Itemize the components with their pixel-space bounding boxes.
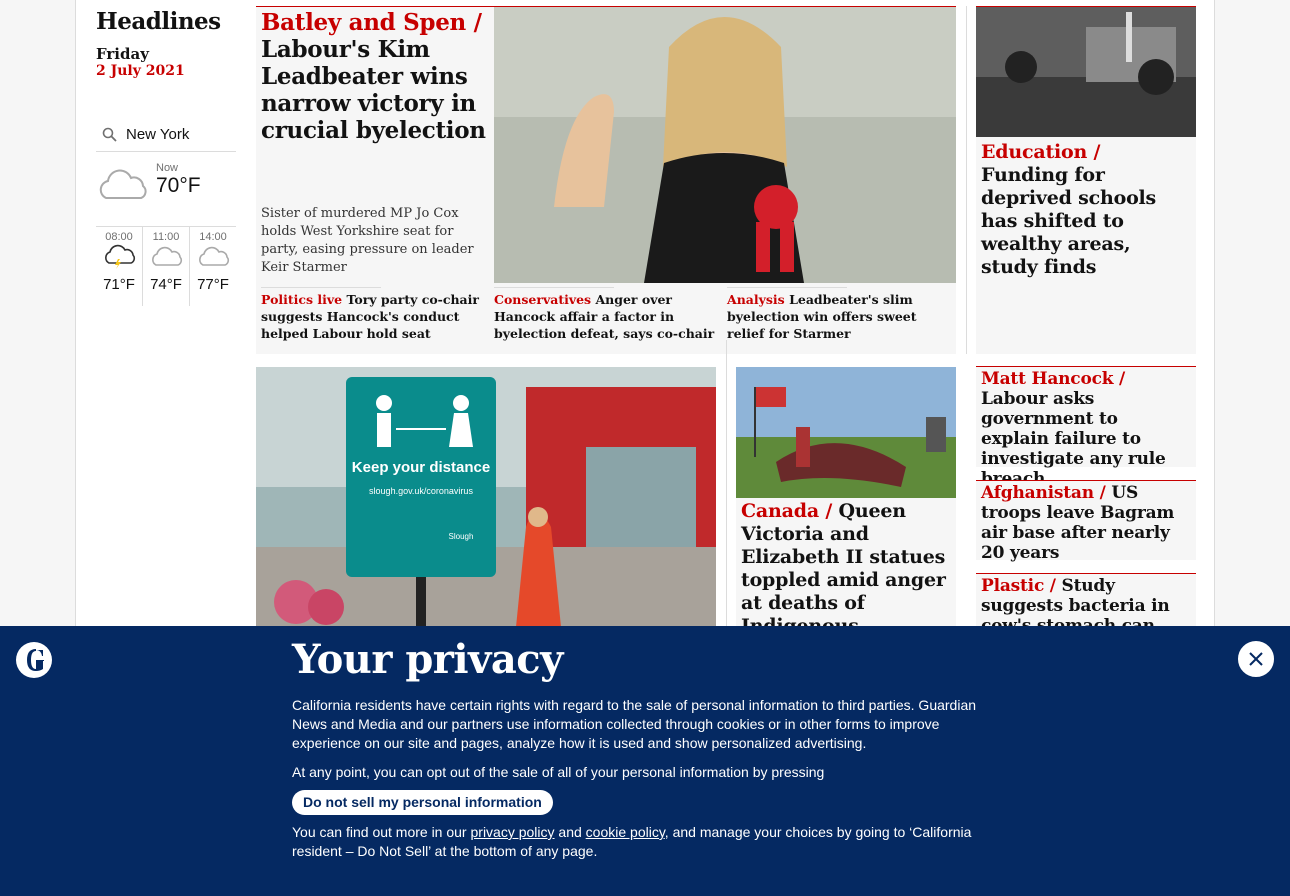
close-button[interactable] bbox=[1238, 641, 1274, 677]
cloud-icon bbox=[152, 246, 183, 266]
privacy-paragraph: At any point, you can opt out of the sal… bbox=[292, 764, 825, 780]
canada-story-card[interactable]: Canada / Queen Victoria and Elizabeth II… bbox=[736, 367, 956, 660]
section-title: Headlines bbox=[96, 8, 221, 35]
sublink-kicker: Analysis bbox=[727, 292, 785, 307]
headlines-rail: Headlines Friday 2 July 2021 bbox=[96, 8, 236, 79]
forecast-hour: 14:00 77°F bbox=[189, 227, 236, 306]
do-not-sell-button[interactable]: Do not sell my personal information bbox=[292, 790, 553, 815]
afghanistan-kicker: Afghanistan / bbox=[981, 483, 1106, 503]
lead-story-card[interactable]: Batley and Spen / Labour's Kim Leadbeate… bbox=[256, 6, 956, 354]
privacy-text: You can find out more in our bbox=[292, 824, 467, 840]
forecast-hour: 08:00 71°F bbox=[96, 227, 142, 306]
plastic-kicker: Plastic / bbox=[981, 576, 1056, 596]
forecast-temp: 71°F bbox=[103, 276, 135, 293]
date-label: 2 July 2021 bbox=[96, 63, 185, 79]
privacy-policy-link[interactable]: privacy policy bbox=[471, 824, 555, 840]
lead-headline-text: Labour's Kim Leadbeater wins narrow vict… bbox=[261, 36, 486, 144]
sublink-kicker: Conservatives bbox=[494, 292, 592, 307]
guardian-logo-icon bbox=[16, 642, 52, 678]
hancock-story-card[interactable]: Matt Hancock / Labour asks government to… bbox=[976, 366, 1196, 489]
plastic-story-card[interactable]: Plastic / Study suggests bacteria in cow… bbox=[976, 573, 1196, 656]
cloud-icon bbox=[99, 169, 147, 199]
classroom-photo bbox=[976, 7, 1196, 137]
education-story-card[interactable]: Education / Funding for deprived schools… bbox=[976, 6, 1196, 354]
privacy-paragraph: California residents have certain rights… bbox=[292, 697, 977, 751]
forecast-hour: 11:00 74°F bbox=[142, 227, 189, 306]
education-headline[interactable]: Education / Funding for deprived schools… bbox=[976, 141, 1196, 279]
lead-standfirst: Sister of murdered MP Jo Cox holds West … bbox=[261, 206, 474, 275]
sign-council: Slough bbox=[449, 532, 474, 541]
now-temperature: 70°F bbox=[156, 174, 201, 197]
forecast-time: 11:00 bbox=[152, 231, 180, 243]
privacy-banner: Your privacy California residents have c… bbox=[0, 626, 1290, 896]
slough-street-photo[interactable]: Keep your distance slough.gov.uk/coronav… bbox=[256, 367, 716, 627]
search-icon bbox=[102, 127, 117, 142]
sublink[interactable]: Conservatives Anger over Hancock affair … bbox=[489, 287, 722, 342]
cloud-icon bbox=[199, 246, 230, 266]
privacy-paragraph: You can find out more in our privacy pol… bbox=[292, 823, 992, 861]
afghanistan-story-card[interactable]: Afghanistan / US troops leave Bagram air… bbox=[976, 480, 1196, 563]
cookie-policy-link[interactable]: cookie policy bbox=[586, 824, 665, 840]
forecast-time: 14:00 bbox=[199, 231, 227, 243]
privacy-body: California residents have certain rights… bbox=[292, 696, 992, 871]
day-label: Friday bbox=[96, 45, 149, 63]
weather-now: Now 70°F bbox=[96, 160, 236, 224]
lead-sublinks: Politics live Tory party co-chair sugges… bbox=[256, 287, 956, 342]
storm-cloud-icon bbox=[105, 244, 136, 269]
toppled-statue-photo bbox=[736, 367, 956, 498]
hourly-forecast: 08:00 71°F 11:00 74°F 14:00 77°F bbox=[96, 226, 236, 306]
lead-kicker: Batley and Spen / bbox=[261, 9, 482, 36]
sign-url: slough.gov.uk/coronavirus bbox=[369, 486, 473, 496]
close-icon bbox=[1249, 652, 1263, 666]
sublink-kicker: Politics live bbox=[261, 292, 343, 307]
education-headline-text: Funding for deprived schools has shifted… bbox=[981, 164, 1157, 278]
afghanistan-headline[interactable]: Afghanistan / US troops leave Bagram air… bbox=[976, 483, 1196, 563]
column-divider bbox=[726, 340, 727, 630]
location-name: New York bbox=[126, 126, 190, 143]
forecast-temp: 74°F bbox=[150, 276, 182, 293]
forecast-temp: 77°F bbox=[197, 276, 229, 293]
lead-headline[interactable]: Batley and Spen / Labour's Kim Leadbeate… bbox=[261, 9, 486, 144]
column-divider bbox=[966, 6, 967, 354]
education-kicker: Education / bbox=[981, 141, 1101, 163]
lead-photo[interactable] bbox=[494, 7, 956, 283]
weather-location[interactable]: New York bbox=[96, 118, 236, 152]
hancock-kicker: Matt Hancock / bbox=[981, 369, 1126, 389]
now-label: Now bbox=[156, 162, 179, 174]
hancock-headline-text: Labour asks government to explain failur… bbox=[981, 389, 1166, 489]
canada-kicker: Canada / bbox=[741, 500, 833, 522]
forecast-time: 08:00 bbox=[105, 231, 133, 243]
sign-text: Keep your distance bbox=[352, 459, 490, 476]
hancock-headline[interactable]: Matt Hancock / Labour asks government to… bbox=[976, 369, 1196, 489]
privacy-title: Your privacy bbox=[292, 636, 563, 683]
sublink[interactable]: Politics live Tory party co-chair sugges… bbox=[256, 287, 489, 342]
privacy-text: and bbox=[558, 824, 582, 840]
sublink[interactable]: Analysis Leadbeater's slim byelection wi… bbox=[722, 287, 955, 342]
